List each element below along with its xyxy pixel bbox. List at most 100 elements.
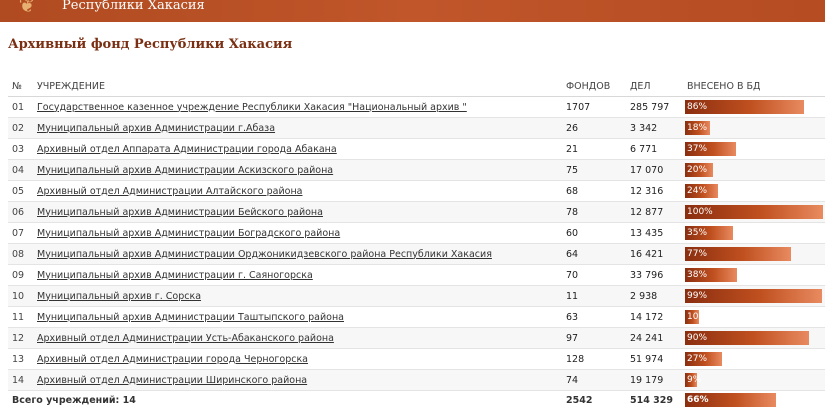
table-row: 05 Архивный отдел Администрации Алтайског… <box>8 181 825 202</box>
cases-count: 12 316 <box>626 181 683 202</box>
progress-bar: 99% <box>685 289 823 303</box>
progress-label: 10% <box>687 310 707 324</box>
progress-cell: 86% <box>683 97 825 118</box>
header-title[interactable]: Республики Хакасия <box>62 0 205 16</box>
progress-bar: 37% <box>685 142 823 156</box>
row-number: 05 <box>8 181 33 202</box>
funds-count: 26 <box>562 118 626 139</box>
funds-count: 1707 <box>562 97 626 118</box>
institution-cell: Архивный отдел Аппарата Администрации го… <box>33 139 562 160</box>
progress-label: 9% <box>687 373 701 387</box>
row-number: 13 <box>8 349 33 370</box>
row-number: 12 <box>8 328 33 349</box>
cases-count: 17 070 <box>626 160 683 181</box>
institution-cell: Архивный отдел Администрации Алтайского … <box>33 181 562 202</box>
institution-link[interactable]: Архивный отдел Администрации Алтайского … <box>37 186 303 197</box>
progress-bar: 38% <box>685 268 823 282</box>
funds-count: 68 <box>562 181 626 202</box>
table-row: 06 Муниципальный архив Администрации Бейс… <box>8 202 825 223</box>
table-row: 02Муниципальный архив Администрации г.Аб… <box>8 118 825 139</box>
institution-cell: Муниципальный архив Администрации Аскизс… <box>33 160 562 181</box>
progress-cell: 24% <box>683 181 825 202</box>
table-row: 12 Архивный отдел Администрации Усть-Абак… <box>8 328 825 349</box>
institution-link[interactable]: Муниципальный архив Администрации г.Абаз… <box>37 123 275 134</box>
table-row: 04 Муниципальный архив Администрации Аски… <box>8 160 825 181</box>
institution-cell: Архивный отдел Администрации Ширинского … <box>33 370 562 391</box>
progress-label: 27% <box>687 352 707 366</box>
row-number: 08 <box>8 244 33 265</box>
institution-link[interactable]: Муниципальный архив Администрации Боград… <box>37 228 340 239</box>
progress-bar: 10% <box>685 310 823 324</box>
institution-link[interactable]: Муниципальный архив Администрации г. Сая… <box>37 270 313 281</box>
institution-link[interactable]: Архивный отдел Администрации города Черн… <box>37 354 308 365</box>
funds-count: 64 <box>562 244 626 265</box>
progress-label: 37% <box>687 142 707 156</box>
progress-label: 20% <box>687 163 707 177</box>
funds-count: 70 <box>562 265 626 286</box>
progress-bar: 9% <box>685 373 823 387</box>
progress-label: 77% <box>687 247 707 261</box>
funds-count: 63 <box>562 307 626 328</box>
institution-link[interactable]: Государственное казенное учреждение Респ… <box>37 102 467 113</box>
institution-link[interactable]: Муниципальный архив Администрации Бейско… <box>37 207 323 218</box>
progress-label: 90% <box>687 331 707 345</box>
institution-cell: Муниципальный архив Администрации Орджон… <box>33 244 562 265</box>
institution-cell: Архивный отдел Администрации Усть-Абакан… <box>33 328 562 349</box>
table-row: 13 Архивный отдел Администрации города Че… <box>8 349 825 370</box>
cases-count: 33 796 <box>626 265 683 286</box>
cases-count: 13 435 <box>626 223 683 244</box>
coat-of-arms-icon[interactable]: ❦ <box>9 0 45 16</box>
cases-count: 3 342 <box>626 118 683 139</box>
progress-bar: 35% <box>685 226 823 240</box>
cases-count: 14 172 <box>626 307 683 328</box>
progress-cell: 27% <box>683 349 825 370</box>
table-row: 01 Государственное казенное учреждение Ре… <box>8 97 825 118</box>
institution-link[interactable]: Муниципальный архив г. Сорска <box>37 291 201 302</box>
table-row: 10Муниципальный архив г. Сорска112 93899… <box>8 286 825 307</box>
progress-bar: 77% <box>685 247 823 261</box>
site-header: ❦ Республики Хакасия <box>0 0 825 22</box>
row-number: 04 <box>8 160 33 181</box>
progress-label: 24% <box>687 184 707 198</box>
progress-label: 99% <box>687 289 707 303</box>
institution-link[interactable]: Архивный отдел Администрации Усть-Абакан… <box>37 333 334 344</box>
cases-count: 285 797 <box>626 97 683 118</box>
institution-link[interactable]: Муниципальный архив Администрации Аскизс… <box>37 165 333 176</box>
institution-link[interactable]: Архивный отдел Аппарата Администрации го… <box>37 144 337 155</box>
progress-cell: 20% <box>683 160 825 181</box>
institution-link[interactable]: Муниципальный архив Администрации Таштып… <box>37 312 344 323</box>
progress-label: 100% <box>687 205 713 219</box>
row-number: 09 <box>8 265 33 286</box>
cases-count: 2 938 <box>626 286 683 307</box>
funds-count: 11 <box>562 286 626 307</box>
progress-cell: 37% <box>683 139 825 160</box>
column-header-name: УЧРЕЖДЕНИЕ <box>33 76 562 97</box>
funds-count: 128 <box>562 349 626 370</box>
page-title: Архивный фонд Республики Хакасия <box>8 37 292 52</box>
progress-cell: 100% <box>683 202 825 223</box>
progress-cell: 38% <box>683 265 825 286</box>
progress-label: 38% <box>687 268 707 282</box>
cases-count: 16 421 <box>626 244 683 265</box>
progress-bar: 18% <box>685 121 823 135</box>
progress-bar: 90% <box>685 331 823 345</box>
progress-label: 18% <box>687 121 707 135</box>
progress-bar: 24% <box>685 184 823 198</box>
column-header-db: ВНЕСЕНО В БД <box>683 76 825 97</box>
row-number: 01 <box>8 97 33 118</box>
cases-count: 19 179 <box>626 370 683 391</box>
total-progress-label: 66% <box>687 393 709 407</box>
institution-cell: Муниципальный архив Администрации Боград… <box>33 223 562 244</box>
progress-bar: 100% <box>685 205 823 219</box>
institution-link[interactable]: Архивный отдел Администрации Ширинского … <box>37 375 307 386</box>
funds-count: 75 <box>562 160 626 181</box>
cases-count: 51 974 <box>626 349 683 370</box>
cases-count: 24 241 <box>626 328 683 349</box>
institution-cell: Муниципальный архив Администрации г. Сая… <box>33 265 562 286</box>
row-number: 07 <box>8 223 33 244</box>
institution-link[interactable]: Муниципальный архив Администрации Орджон… <box>37 249 492 260</box>
institution-cell: Муниципальный архив Администрации г.Абаз… <box>33 118 562 139</box>
table-row: 08 Муниципальный архив Администрации Ордж… <box>8 244 825 265</box>
row-number: 06 <box>8 202 33 223</box>
progress-cell: 77% <box>683 244 825 265</box>
